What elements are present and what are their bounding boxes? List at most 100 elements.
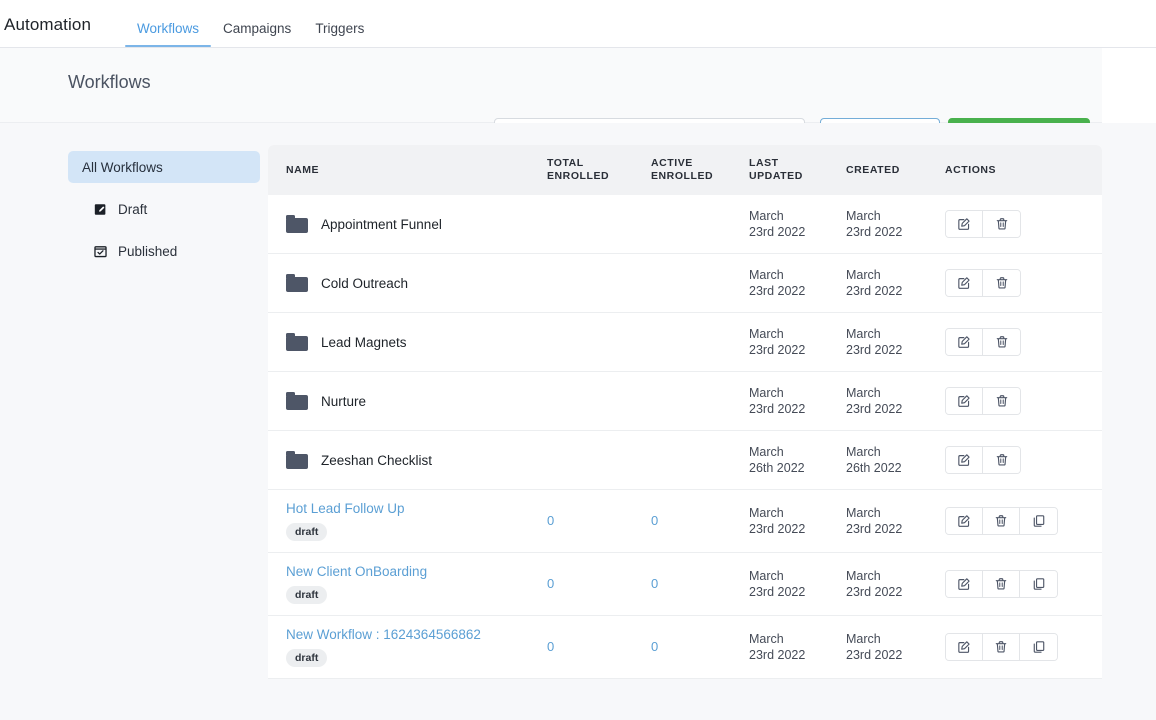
copy-button[interactable] (1020, 508, 1057, 534)
trash-icon (995, 335, 1009, 349)
cell-last-updated: March 23rd 2022 (749, 386, 806, 416)
action-button-group (945, 507, 1058, 535)
column-header-last-updated: LAST UPDATED (749, 157, 803, 182)
trash-button[interactable] (983, 211, 1020, 237)
cell-actions (945, 328, 1082, 356)
enrolled-count[interactable]: 0 (651, 576, 658, 591)
action-button-group (945, 328, 1021, 356)
trash-button[interactable] (983, 270, 1020, 296)
cell-name: Zeeshan Checklist (268, 451, 547, 469)
trash-icon (995, 217, 1009, 231)
right-gutter (1102, 123, 1156, 720)
cell-created: March 23rd 2022 (846, 268, 903, 298)
cell-active-enrolled[interactable]: 0 (651, 575, 749, 593)
edit-button[interactable] (946, 388, 983, 414)
folder-name[interactable]: Cold Outreach (321, 276, 408, 291)
enrolled-count[interactable]: 0 (547, 576, 554, 591)
cell-created: March 26th 2022 (846, 445, 902, 475)
trash-icon (995, 276, 1009, 290)
edit-button[interactable] (946, 211, 983, 237)
folder-name[interactable]: Lead Magnets (321, 335, 407, 350)
table-row[interactable]: Zeeshan Checklist March 26th 2022 March 26th… (268, 431, 1102, 490)
sidebar-item-draft[interactable]: Draft (68, 193, 260, 225)
app-title: Automation (4, 15, 91, 34)
column-header-name: NAME (286, 163, 320, 176)
action-button-group (945, 446, 1021, 474)
cell-actions (945, 210, 1082, 238)
edit-button[interactable] (946, 447, 983, 473)
trash-button[interactable] (983, 508, 1020, 534)
edit-icon (957, 640, 971, 654)
cell-total-enrolled[interactable]: 0 (547, 638, 651, 656)
edit-button[interactable] (946, 571, 983, 597)
workflows-table-card: NAME TOTAL ENROLLED ACTIVE ENROLLED LAST UP… (268, 145, 1102, 679)
trash-button[interactable] (983, 447, 1020, 473)
trash-button[interactable] (983, 571, 1020, 597)
table-row[interactable]: New Client OnBoarding draft 0 0 March 23rd 20… (268, 553, 1102, 616)
folder-name[interactable]: Appointment Funnel (321, 217, 442, 232)
edit-icon (957, 335, 971, 349)
sidebar: All Workflows Draft Published (68, 151, 260, 267)
tab-campaigns[interactable]: Campaigns (211, 21, 303, 47)
column-header-created: CREATED (846, 163, 900, 176)
sidebar-item-all-workflows[interactable]: All Workflows (68, 151, 260, 183)
cell-name: New Workflow : 1624364566862 draft (268, 627, 547, 667)
table-row[interactable]: Cold Outreach March 23rd 2022 March 23rd 202… (268, 254, 1102, 313)
workflow-name-link[interactable]: New Workflow : 1624364566862 (286, 627, 481, 643)
cell-last-updated: March 23rd 2022 (749, 569, 806, 599)
enrolled-count[interactable]: 0 (547, 513, 554, 528)
edit-button[interactable] (946, 634, 983, 660)
tab-workflows[interactable]: Workflows (125, 21, 212, 47)
trash-icon (994, 514, 1008, 528)
cell-active-enrolled[interactable]: 0 (651, 512, 749, 530)
table-header-row: NAME TOTAL ENROLLED ACTIVE ENROLLED LAST UP… (268, 145, 1102, 195)
table-row[interactable]: Appointment Funnel March 23rd 2022 March 23r… (268, 195, 1102, 254)
table-row[interactable]: New Workflow : 1624364566862 draft 0 0 March… (268, 616, 1102, 679)
tab-triggers[interactable]: Triggers (303, 21, 376, 47)
column-header-actions: ACTIONS (945, 163, 997, 176)
trash-button[interactable] (983, 329, 1020, 355)
workflow-name-link[interactable]: New Client OnBoarding (286, 564, 427, 580)
trash-button[interactable] (983, 388, 1020, 414)
trash-icon (994, 640, 1008, 654)
cell-last-updated: March 23rd 2022 (749, 268, 806, 298)
page-header-band: Workflows Create folder + Create workflo… (0, 48, 1102, 151)
cell-created: March 23rd 2022 (846, 386, 903, 416)
sidebar-item-published[interactable]: Published (68, 235, 260, 267)
enrolled-count[interactable]: 0 (651, 513, 658, 528)
table-row[interactable]: Nurture March 23rd 2022 March 23rd 2022 (268, 372, 1102, 431)
table-row[interactable]: Hot Lead Follow Up draft 0 0 March 23rd 2022 M… (268, 490, 1102, 553)
action-button-group (945, 210, 1021, 238)
cell-active-enrolled[interactable]: 0 (651, 638, 749, 656)
enrolled-count[interactable]: 0 (651, 639, 658, 654)
copy-button[interactable] (1020, 634, 1057, 660)
edit-button[interactable] (946, 329, 983, 355)
copy-icon (1032, 514, 1046, 528)
cell-last-updated: March 23rd 2022 (749, 209, 806, 239)
edit-button[interactable] (946, 270, 983, 296)
copy-icon (1032, 577, 1046, 591)
cell-created: March 23rd 2022 (846, 569, 903, 599)
nav-tabs: Workflows Campaigns Triggers (125, 0, 376, 47)
table-body: Appointment Funnel March 23rd 2022 March 23r… (268, 195, 1102, 679)
cell-total-enrolled[interactable]: 0 (547, 575, 651, 593)
enrolled-count[interactable]: 0 (547, 639, 554, 654)
cell-created: March 23rd 2022 (846, 632, 903, 662)
folder-name[interactable]: Nurture (321, 394, 366, 409)
table-row[interactable]: Lead Magnets March 23rd 2022 March 23rd 2022 (268, 313, 1102, 372)
column-header-total-enrolled: TOTAL ENROLLED (547, 157, 610, 182)
cell-name: Hot Lead Follow Up draft (268, 501, 547, 541)
status-badge: draft (286, 523, 328, 541)
edit-button[interactable] (946, 508, 983, 534)
cell-total-enrolled[interactable]: 0 (547, 512, 651, 530)
trash-button[interactable] (983, 634, 1020, 660)
cell-name: New Client OnBoarding draft (268, 564, 547, 604)
folder-name[interactable]: Zeeshan Checklist (321, 453, 432, 468)
cell-name: Cold Outreach (268, 274, 547, 292)
cell-created: March 23rd 2022 (846, 327, 903, 357)
edit-icon (957, 453, 971, 467)
draft-icon (94, 203, 107, 216)
workflow-name-link[interactable]: Hot Lead Follow Up (286, 501, 405, 517)
cell-name: Nurture (268, 392, 547, 410)
copy-button[interactable] (1020, 571, 1057, 597)
